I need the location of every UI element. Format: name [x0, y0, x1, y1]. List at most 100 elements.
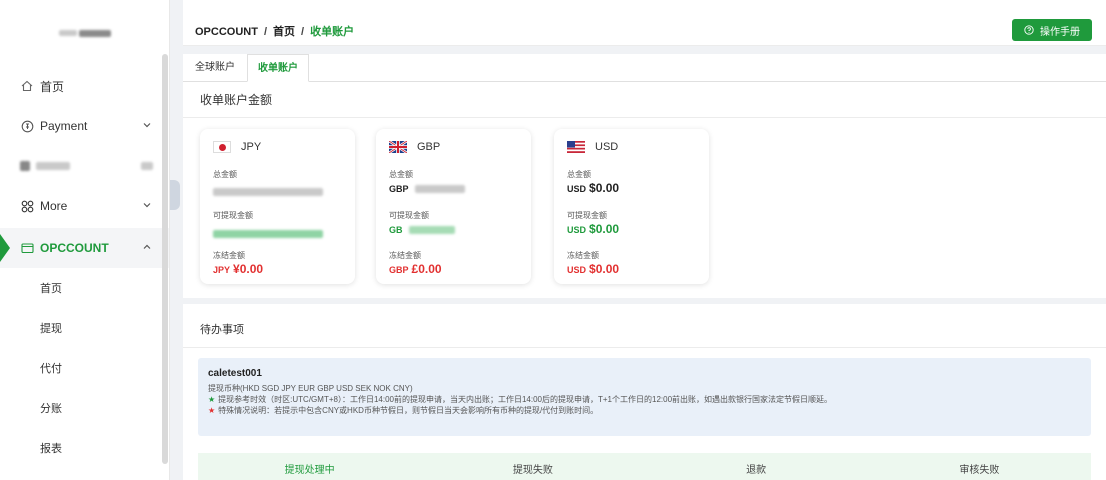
withdrawable-label: 可提现金额 [213, 211, 253, 220]
sidebar-item-label: OPCCOUNT [40, 241, 109, 255]
balance-panel: 全球账户 收单账户 收单账户金额 JPY 总金额 可提现金额 冻结金额 JPY ¥… [183, 54, 1106, 298]
total-label: 总金额 [567, 170, 591, 179]
withdrawable-amount: $0.00 [589, 222, 620, 236]
special-note: ★ 特殊情况说明：若提示中包含CNY或HKD币种节假日，则节假日当天会影响所有币种… [208, 405, 1081, 416]
frozen-amount: $0.00 [589, 262, 620, 276]
total-currency: GBP [389, 184, 409, 194]
card-header: USD [567, 141, 618, 153]
breadcrumb-current: 收单账户 [310, 26, 355, 38]
sidebar-item-payment[interactable]: Payment [0, 106, 169, 146]
frozen-amount: ¥0.00 [233, 262, 264, 276]
divider [183, 347, 1106, 348]
status-processing[interactable]: 提现处理中 [198, 461, 421, 476]
frozen-currency: USD [567, 265, 587, 275]
sidebar-sub-label: 首页 [40, 283, 62, 295]
sidebar-item-opccount[interactable]: OPCCOUNT [0, 228, 169, 268]
logo [0, 0, 169, 66]
payment-icon [20, 119, 34, 133]
sidebar-sub-payout[interactable]: 代付 [0, 348, 169, 388]
us-flag-icon [567, 141, 585, 153]
frozen-currency: JPY [213, 265, 231, 275]
frozen-value: USD $0.00 [567, 262, 619, 276]
tab-global-account[interactable]: 全球账户 [185, 54, 245, 82]
manual-button-label: 操作手册 [1040, 26, 1080, 38]
manual-button[interactable]: 操作手册 [1012, 19, 1092, 41]
currency-code: GBP [417, 141, 441, 153]
frozen-value: JPY ¥0.00 [213, 262, 263, 276]
currency-card-jpy: JPY 总金额 可提现金额 冻结金额 JPY ¥0.00 [200, 129, 355, 284]
sidebar-sub-split[interactable]: 分账 [0, 388, 169, 428]
frozen-currency: GBP [389, 265, 409, 275]
chevron-down-icon [143, 123, 151, 128]
frozen-label: 冻结金额 [389, 251, 421, 260]
grid-icon [20, 199, 34, 213]
timing-note: ★ 提现参考时效（时区:UTC/GMT+8）：工作日14:00前的提现申请，当天内… [208, 394, 1081, 405]
total-amount-blurred [414, 184, 465, 193]
status-failed[interactable]: 提现失败 [421, 461, 644, 476]
withdrawable-currency: USD [567, 225, 587, 235]
currency-code: JPY [241, 141, 262, 153]
total-label: 总金额 [213, 170, 237, 179]
card-header: JPY [213, 141, 261, 153]
withdrawable-value: USD $0.00 [567, 222, 619, 236]
home-icon [20, 79, 34, 93]
todo-panel: 待办事项 caletest001 提现币种(HKD SGD JPY EUR GB… [183, 304, 1106, 480]
frozen-label: 冻结金额 [567, 251, 599, 260]
withdrawable-amount-blurred [408, 225, 455, 234]
sidebar: 首页 Payment More OPCCOUNT 首页 提现 代付 分账 报表 [0, 0, 170, 480]
top-header: OPCCOUNT / 首页 / 收单账户 操作手册 [183, 0, 1106, 46]
currency-card-gbp: GBP 总金额 GBP 可提现金额 GB 冻结金额 GBP £0.00 [376, 129, 531, 284]
special-note-text: 特殊情况说明：若提示中包含CNY或HKD币种节假日，则节假日当天会影响所有币种的… [218, 406, 599, 415]
sidebar-sub-label: 分账 [40, 403, 62, 415]
withdrawable-label: 可提现金额 [567, 211, 607, 220]
sidebar-item-blurred[interactable] [0, 146, 169, 186]
withdraw-info-box: caletest001 提现币种(HKD SGD JPY EUR GBP USD… [198, 358, 1091, 436]
sidebar-sub-label: 报表 [40, 443, 62, 455]
tab-acquiring-account[interactable]: 收单账户 [247, 54, 309, 82]
withdrawable-currency: GB [389, 225, 403, 235]
sidebar-collapse-handle[interactable] [170, 180, 180, 210]
sidebar-sub-home[interactable]: 首页 [0, 268, 169, 308]
logo-blurred-text [78, 29, 111, 37]
sidebar-sub-withdraw[interactable]: 提现 [0, 308, 169, 348]
sidebar-sub-label: 提现 [40, 323, 62, 335]
blurred-icon [20, 161, 30, 171]
tab-divider [183, 81, 1106, 82]
divider [183, 117, 1106, 118]
account-name: caletest001 [208, 368, 262, 379]
blurred-chevron [141, 162, 153, 170]
total-label: 总金额 [389, 170, 413, 179]
sidebar-item-home[interactable]: 首页 [0, 66, 169, 106]
sidebar-sub-label: 代付 [40, 363, 62, 375]
breadcrumb-item[interactable]: OPCCOUNT [195, 26, 258, 38]
sidebar-scrollbar[interactable] [162, 54, 168, 464]
breadcrumb-item[interactable]: 首页 [273, 26, 295, 38]
active-indicator [0, 234, 10, 262]
total-value: GBP [389, 181, 465, 195]
currencies-line: 提现币种(HKD SGD JPY EUR GBP USD SEK NOK CNY… [208, 384, 413, 393]
sidebar-item-label: 首页 [40, 79, 65, 94]
currency-card-usd: USD 总金额 USD $0.00 可提现金额 USD $0.00 冻结金额 USD… [554, 129, 709, 284]
total-value-blurred [213, 183, 323, 201]
frozen-value: GBP £0.00 [389, 262, 442, 276]
japan-flag-icon [213, 141, 231, 153]
status-review-failed[interactable]: 审核失败 [868, 461, 1091, 476]
breadcrumb-separator: / [263, 26, 268, 38]
logo-blurred [58, 30, 77, 36]
breadcrumb-separator: / [301, 26, 305, 38]
todo-title: 待办事项 [200, 324, 244, 336]
section-title: 收单账户金额 [200, 93, 273, 107]
sidebar-item-more[interactable]: More [0, 186, 169, 226]
total-amount: $0.00 [589, 181, 620, 195]
sidebar-item-label: Payment [40, 119, 88, 133]
total-value: USD $0.00 [567, 181, 619, 195]
status-refund[interactable]: 退款 [645, 461, 868, 476]
currency-code: USD [595, 141, 619, 153]
wallet-icon [20, 241, 34, 255]
blurred-label [36, 162, 70, 170]
withdrawable-label: 可提现金额 [389, 211, 429, 220]
chevron-up-icon [143, 244, 151, 249]
total-currency: USD [567, 184, 587, 194]
card-header: GBP [389, 141, 440, 153]
sidebar-sub-report[interactable]: 报表 [0, 428, 169, 468]
